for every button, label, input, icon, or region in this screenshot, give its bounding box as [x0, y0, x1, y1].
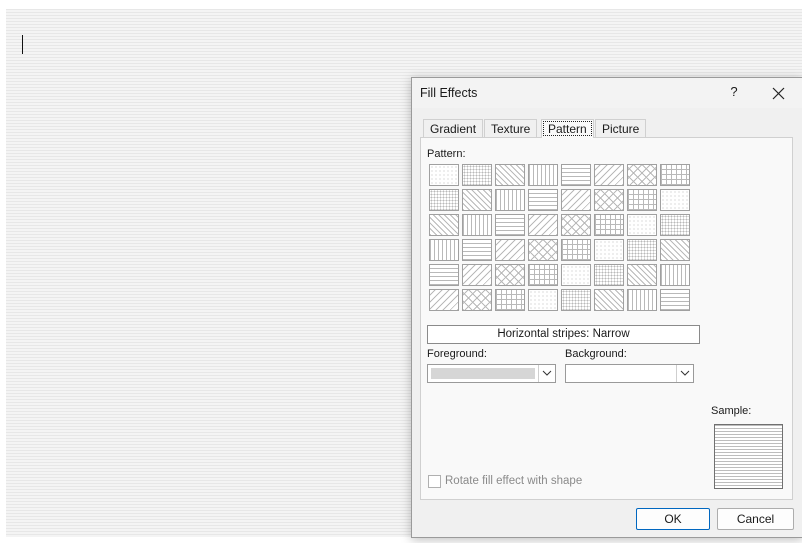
pattern-swatch[interactable] [561, 239, 591, 261]
cancel-button[interactable]: Cancel [717, 508, 794, 530]
tab-gradient[interactable]: Gradient [423, 119, 484, 138]
pattern-swatch[interactable] [462, 264, 492, 286]
selected-pattern-name: Horizontal stripes: Narrow [427, 325, 700, 344]
pattern-swatch[interactable] [495, 264, 525, 286]
pattern-swatch[interactable] [528, 164, 558, 186]
foreground-color-swatch [431, 368, 535, 379]
pattern-swatch[interactable] [561, 189, 591, 211]
chevron-down-icon [542, 370, 552, 376]
pattern-swatch[interactable] [660, 164, 690, 186]
pattern-swatch[interactable] [594, 214, 624, 236]
help-button[interactable]: ? [724, 84, 744, 102]
pattern-swatch[interactable] [528, 239, 558, 261]
pattern-swatch[interactable] [495, 239, 525, 261]
pattern-swatch[interactable] [594, 164, 624, 186]
fill-effects-dialog: Fill Effects ? Gradient Texture Pattern … [411, 77, 802, 538]
pattern-swatch[interactable] [528, 189, 558, 211]
pattern-swatch[interactable] [660, 189, 690, 211]
close-button[interactable] [767, 83, 789, 103]
foreground-color-dropdown[interactable] [427, 364, 556, 383]
pattern-swatch[interactable] [660, 214, 690, 236]
pattern-label: Pattern: [427, 148, 466, 160]
pattern-swatch[interactable] [561, 264, 591, 286]
pattern-swatch[interactable] [627, 164, 657, 186]
pattern-swatch[interactable] [660, 264, 690, 286]
pattern-swatch[interactable] [594, 189, 624, 211]
pattern-swatch[interactable] [429, 164, 459, 186]
pattern-swatch[interactable] [528, 214, 558, 236]
pattern-swatch[interactable] [627, 239, 657, 261]
dialog-titlebar[interactable]: Fill Effects ? [412, 78, 802, 108]
tab-picture[interactable]: Picture [595, 119, 647, 138]
rotate-fill-label: Rotate fill effect with shape [445, 475, 583, 487]
pattern-swatch[interactable] [528, 289, 558, 311]
pattern-swatch[interactable] [594, 264, 624, 286]
pattern-swatch[interactable] [561, 214, 591, 236]
pattern-swatch[interactable] [462, 239, 492, 261]
pattern-swatch[interactable] [627, 214, 657, 236]
chevron-down-icon [680, 370, 690, 376]
dialog-title: Fill Effects [420, 86, 478, 100]
pattern-swatch[interactable] [528, 264, 558, 286]
pattern-swatch[interactable] [462, 189, 492, 211]
pattern-swatch[interactable] [429, 239, 459, 261]
tab-pattern[interactable]: Pattern [541, 119, 594, 138]
pattern-swatch[interactable] [660, 239, 690, 261]
pattern-swatch[interactable] [495, 189, 525, 211]
pattern-swatch[interactable] [429, 214, 459, 236]
pattern-swatch[interactable] [462, 289, 492, 311]
pattern-swatch[interactable] [429, 264, 459, 286]
background-color-dropdown[interactable] [565, 364, 694, 383]
pattern-swatch[interactable] [495, 289, 525, 311]
background-dropdown-arrow[interactable] [676, 365, 693, 382]
pattern-swatch[interactable] [462, 164, 492, 186]
background-label: Background: [565, 348, 627, 360]
tab-texture[interactable]: Texture [484, 119, 538, 138]
pattern-swatch[interactable] [627, 189, 657, 211]
pattern-swatch[interactable] [594, 289, 624, 311]
pattern-swatch[interactable] [627, 289, 657, 311]
pattern-swatch[interactable] [495, 214, 525, 236]
pattern-swatch[interactable] [561, 164, 591, 186]
pattern-swatch[interactable] [594, 239, 624, 261]
sample-preview [714, 424, 783, 489]
pattern-swatch[interactable] [462, 214, 492, 236]
close-icon [772, 87, 785, 100]
pattern-swatch[interactable] [627, 264, 657, 286]
pattern-swatch[interactable] [429, 289, 459, 311]
ok-button[interactable]: OK [636, 508, 710, 530]
rotate-fill-checkbox[interactable] [428, 475, 441, 488]
pattern-swatch[interactable] [495, 164, 525, 186]
pattern-swatch[interactable] [561, 289, 591, 311]
foreground-dropdown-arrow[interactable] [538, 365, 555, 382]
pattern-swatch[interactable] [660, 289, 690, 311]
text-cursor [22, 35, 23, 54]
pattern-swatch[interactable] [429, 189, 459, 211]
foreground-label: Foreground: [427, 348, 487, 360]
sample-label: Sample: [711, 405, 752, 417]
